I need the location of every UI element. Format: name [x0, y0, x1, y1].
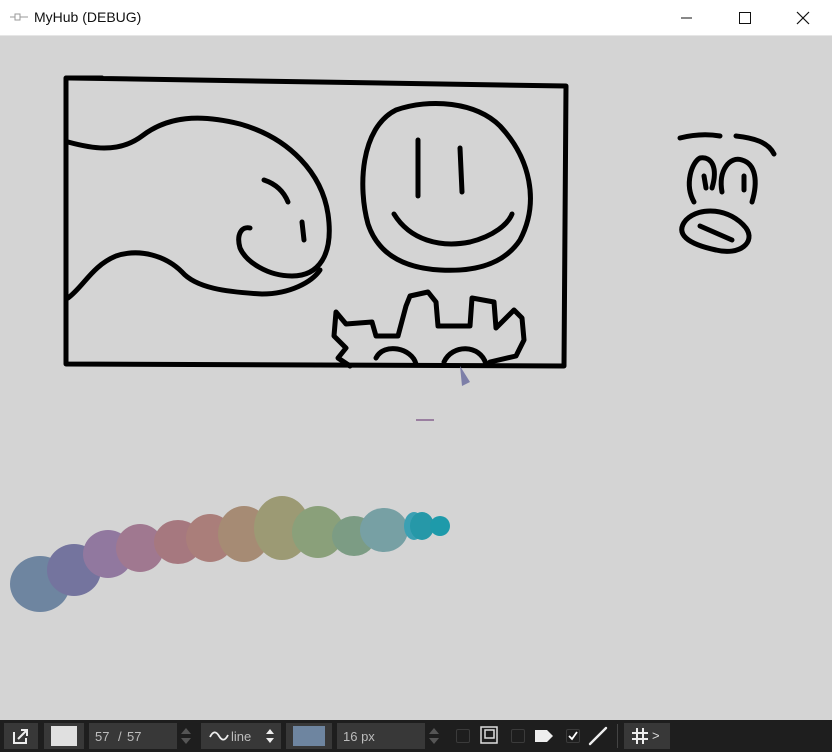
page-spinner[interactable] — [180, 723, 192, 749]
drawing-canvas[interactable] — [0, 36, 832, 720]
close-button[interactable] — [780, 0, 826, 35]
page-separator: / — [118, 729, 122, 744]
fill-checkbox[interactable] — [456, 729, 470, 743]
window-title: MyHub (DEBUG) — [34, 9, 142, 25]
creature-stroke — [65, 115, 332, 279]
grid-button[interactable]: > — [624, 723, 670, 749]
minimize-icon — [681, 17, 692, 18]
maximize-icon — [739, 11, 751, 24]
stroke-mode-select[interactable]: line — [201, 723, 281, 749]
page-total: 57 — [127, 729, 142, 744]
ink-layer — [10, 75, 777, 612]
brush-size-spinner[interactable] — [428, 723, 440, 749]
grid-expand-label: > — [652, 728, 660, 743]
stroke-mode-label: line — [231, 729, 252, 744]
select-arrows-icon — [266, 729, 274, 743]
frame-icon — [480, 726, 498, 744]
toolbar-divider — [617, 724, 618, 748]
brush-color-swatch — [293, 726, 325, 746]
wave-icon — [209, 731, 229, 741]
tag-icon — [535, 730, 553, 742]
color-swatch-button[interactable] — [44, 723, 84, 749]
check-icon — [568, 731, 578, 741]
export-icon — [13, 729, 28, 744]
grid-icon — [632, 728, 648, 744]
page-counter-field[interactable]: 57 / 57 — [89, 723, 177, 749]
minimize-button[interactable] — [664, 0, 710, 35]
pointer-marker — [460, 366, 470, 386]
close-icon — [796, 11, 810, 24]
brush-color-button[interactable] — [286, 723, 332, 749]
title-bar: MyHub (DEBUG) — [0, 0, 832, 36]
app-icon — [10, 13, 28, 21]
page-current: 57 — [95, 729, 110, 744]
gear-stroke — [331, 289, 527, 369]
paint-blobs — [10, 496, 450, 612]
line-tool-icon — [588, 726, 608, 746]
label-checkbox[interactable] — [511, 729, 525, 743]
brush-size-value: 16 px — [343, 729, 375, 744]
bottom-toolbar: 57 / 57 line 16 px > — [0, 720, 832, 752]
export-button[interactable] — [4, 723, 38, 749]
face-doodle — [677, 132, 777, 254]
maximize-button[interactable] — [722, 0, 768, 35]
current-color-swatch — [51, 726, 77, 746]
brush-size-field[interactable]: 16 px — [337, 723, 425, 749]
line-checkbox[interactable] — [566, 729, 580, 743]
